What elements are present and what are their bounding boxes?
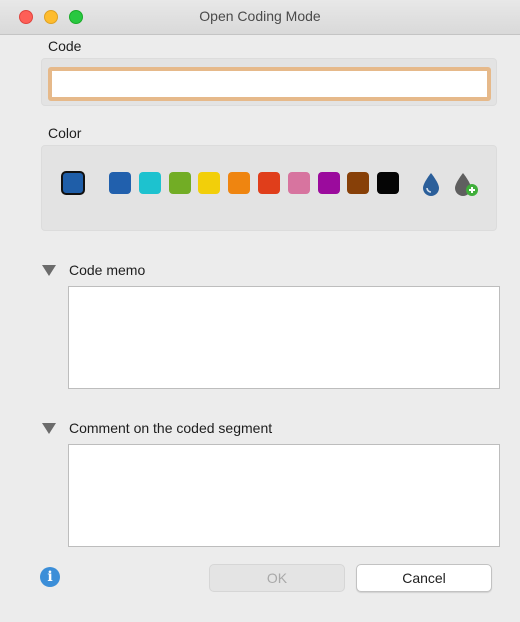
add-custom-color-icon[interactable] xyxy=(454,171,480,197)
color-swatch[interactable] xyxy=(347,172,369,194)
code-label: Code xyxy=(48,38,82,54)
title-bar: Open Coding Mode xyxy=(0,0,520,35)
info-icon[interactable]: i xyxy=(40,567,60,587)
code-input[interactable] xyxy=(48,67,491,101)
color-swatch[interactable] xyxy=(288,172,310,194)
color-label: Color xyxy=(48,125,82,141)
color-swatch[interactable] xyxy=(258,172,280,194)
color-dropper-icon[interactable] xyxy=(422,172,440,196)
color-swatch[interactable] xyxy=(198,172,220,194)
color-swatch[interactable] xyxy=(169,172,191,194)
code-memo-label: Code memo xyxy=(69,262,146,278)
color-swatch[interactable] xyxy=(377,172,399,194)
comment-label: Comment on the coded segment xyxy=(69,420,273,436)
color-swatch[interactable] xyxy=(109,172,131,194)
cancel-button[interactable]: Cancel xyxy=(356,564,492,592)
comment-field[interactable] xyxy=(68,444,500,547)
code-memo-disclosure-triangle[interactable] xyxy=(42,265,56,276)
ok-button[interactable]: OK xyxy=(209,564,345,592)
open-coding-mode-dialog: Open Coding Mode Code Color Code memo Co… xyxy=(0,0,520,622)
color-swatch[interactable] xyxy=(139,172,161,194)
code-memo-field[interactable] xyxy=(68,286,500,389)
selected-color-swatch[interactable] xyxy=(61,171,85,195)
comment-disclosure-triangle[interactable] xyxy=(42,423,56,434)
color-swatch[interactable] xyxy=(228,172,250,194)
color-swatch[interactable] xyxy=(318,172,340,194)
window-title: Open Coding Mode xyxy=(199,8,321,24)
